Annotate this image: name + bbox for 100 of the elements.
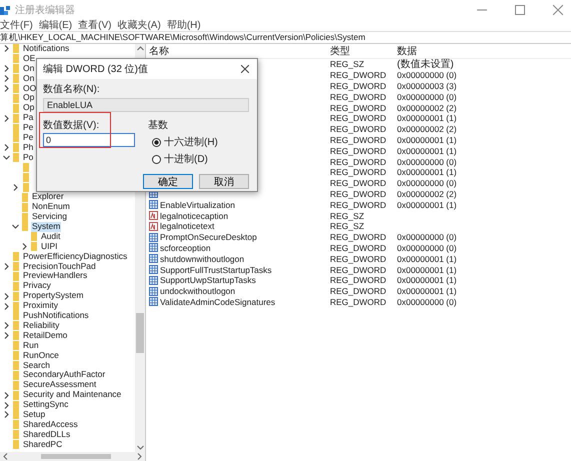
table-cell-text: 0x00000000 (0) <box>397 178 458 188</box>
value-name[interactable]: SupportFullTrustStartupTasks <box>160 264 272 275</box>
menu-item[interactable]: 查看(V) <box>78 18 112 32</box>
maximize-icon[interactable] <box>515 4 525 14</box>
tree-item[interactable]: Pe <box>22 133 34 143</box>
tree-item[interactable]: NonEnum <box>31 202 71 212</box>
value-data-field[interactable]: 0 <box>43 133 135 147</box>
table-cell-text: REG_DWORD <box>330 200 388 210</box>
value-name[interactable]: PromptOnSecureDesktop <box>160 232 257 242</box>
tree-item[interactable]: PreviewHandlers <box>22 271 88 282</box>
scroll-left-icon[interactable] <box>3 453 8 460</box>
horizontal-scrollbar[interactable] <box>0 452 145 461</box>
string-value-icon <box>149 222 158 231</box>
table-cell-text: 0x00000001 (1) <box>397 167 458 178</box>
scroll-right-icon[interactable] <box>137 453 142 460</box>
tree-item[interactable]: SharedPC <box>22 440 64 450</box>
binary-value-icon <box>149 297 158 306</box>
value-name[interactable]: legalnoticetext <box>160 221 214 232</box>
tree-item[interactable]: On <box>22 64 36 74</box>
tree-item[interactable]: SettingSync <box>22 400 70 410</box>
tree-item[interactable]: OE <box>22 54 36 64</box>
tree-item[interactable]: Audit <box>40 232 62 242</box>
scrollbar-thumb[interactable] <box>41 454 111 459</box>
value-name[interactable]: scforceoption <box>160 242 211 253</box>
radio-selected-icon[interactable] <box>152 138 161 146</box>
column-header[interactable]: 名称 <box>149 44 330 58</box>
table-cell-text: REG_DWORD <box>330 134 388 145</box>
tree-item[interactable]: Servicing <box>31 212 68 222</box>
tree-item[interactable]: On <box>22 74 36 84</box>
table-cell-text: REG_DWORD <box>330 102 388 113</box>
radio-label[interactable]: 十六进制(H) <box>164 135 218 149</box>
registry-editor-icon <box>0 4 11 14</box>
radio-label[interactable]: 十进制(D) <box>164 152 208 166</box>
tree-item[interactable]: Pe <box>22 123 34 134</box>
field-label: 数值数据(V): <box>43 119 100 132</box>
scroll-down-icon[interactable] <box>136 445 144 450</box>
dialog-button[interactable]: 确定 <box>143 174 193 189</box>
tree-item[interactable]: RunOnce <box>22 350 60 361</box>
tree-item[interactable]: Search <box>22 360 51 370</box>
tree-item[interactable]: Op <box>22 93 36 104</box>
menu-item[interactable]: 编辑(E) <box>38 18 72 32</box>
tree-item[interactable]: PushNotifications <box>22 311 90 321</box>
tree-item[interactable]: Explorer <box>31 192 65 202</box>
column-header[interactable]: 数据 <box>397 44 571 58</box>
table-cell-text: 0x00000001 (1) <box>397 286 458 296</box>
value-name[interactable]: SupportUwpStartupTasks <box>160 275 256 286</box>
tree-item[interactable]: Pa <box>22 113 34 124</box>
tree-item[interactable]: SharedAccess <box>22 420 79 430</box>
table-cell-text: REG_DWORD <box>330 92 388 102</box>
table-cell-text: (数值未设置) <box>397 58 455 72</box>
string-value-icon <box>149 211 158 220</box>
value-name[interactable]: shutdownwithoutlogon <box>160 254 244 264</box>
table-cell-text: 0x00000000 (0) <box>397 156 458 167</box>
tree-item[interactable]: Proximity <box>22 301 59 312</box>
close-icon[interactable] <box>241 65 249 73</box>
menu-item[interactable]: 帮助(H) <box>166 18 201 32</box>
tree-item[interactable]: Run <box>22 340 40 351</box>
value-name-field[interactable]: EnableLUA <box>43 98 249 112</box>
table-cell-text: REG_DWORD <box>330 275 388 286</box>
tree-item[interactable]: Security and Maintenance <box>22 390 122 400</box>
tree-item[interactable]: PropertySystem <box>22 291 84 302</box>
tree-item[interactable]: Op <box>22 103 36 114</box>
table-cell-text: REG_DWORD <box>330 188 388 199</box>
scroll-up-icon[interactable] <box>136 46 144 51</box>
table-cell-text: REG_DWORD <box>330 70 388 80</box>
column-header[interactable]: 类型 <box>330 44 397 58</box>
tree-item[interactable]: RetailDemo <box>22 330 68 341</box>
tree-item[interactable]: Notifications <box>22 44 70 54</box>
dialog-button[interactable]: 取消 <box>199 174 249 189</box>
table-cell-text: REG_DWORD <box>330 156 388 167</box>
tree-item[interactable]: OO <box>22 84 38 94</box>
value-name[interactable]: legalnoticecaption <box>160 210 228 221</box>
value-name[interactable]: undockwithoutlogon <box>160 286 236 296</box>
tree-item[interactable]: SecondaryAuthFactor <box>22 370 106 380</box>
tree-item[interactable]: System <box>31 222 62 232</box>
tree-item[interactable]: PrecisionTouchPad <box>22 262 97 272</box>
table-cell-text: REG_DWORD <box>330 254 388 264</box>
tree-item[interactable]: SharedDLLs <box>22 430 72 440</box>
tree-item[interactable]: Reliability <box>22 320 60 331</box>
radio-empty-icon[interactable] <box>152 154 161 164</box>
tree-item[interactable]: Setup <box>22 410 46 420</box>
tree-item[interactable]: UIPI <box>40 242 59 252</box>
tree-item[interactable]: Po <box>22 152 34 163</box>
value-name[interactable]: ValidateAdminCodeSignatures <box>160 296 276 307</box>
binary-value-icon <box>149 286 158 296</box>
tree-item[interactable]: PowerEfficiencyDiagnostics <box>22 252 128 262</box>
address-bar[interactable]: 算机\HKEY_LOCAL_MACHINE\SOFTWARE\Microsoft\Windows\CurrentVersion\Policies\System <box>0 31 571 44</box>
table-cell-text: REG_DWORD <box>330 113 388 124</box>
scrollbar-thumb[interactable] <box>136 313 144 353</box>
tree-item[interactable]: Privacy <box>22 281 52 292</box>
table-cell-text: 0x00000003 (3) <box>397 80 458 91</box>
value-name[interactable]: EnableVirtualization <box>160 200 235 210</box>
tree-item[interactable]: SecureAssessment <box>22 380 98 390</box>
table-cell-text: 0x00000001 (1) <box>397 134 458 145</box>
menu-item[interactable]: 文件(F) <box>0 18 33 32</box>
table-cell-text: 0x00000001 (1) <box>397 254 458 264</box>
table-cell-text: 0x00000000 (0) <box>397 92 458 102</box>
table-cell-text: REG_DWORD <box>330 124 388 134</box>
menu-item[interactable]: 收藏夹(A) <box>117 18 161 32</box>
tree-item[interactable]: Ph <box>22 142 34 153</box>
